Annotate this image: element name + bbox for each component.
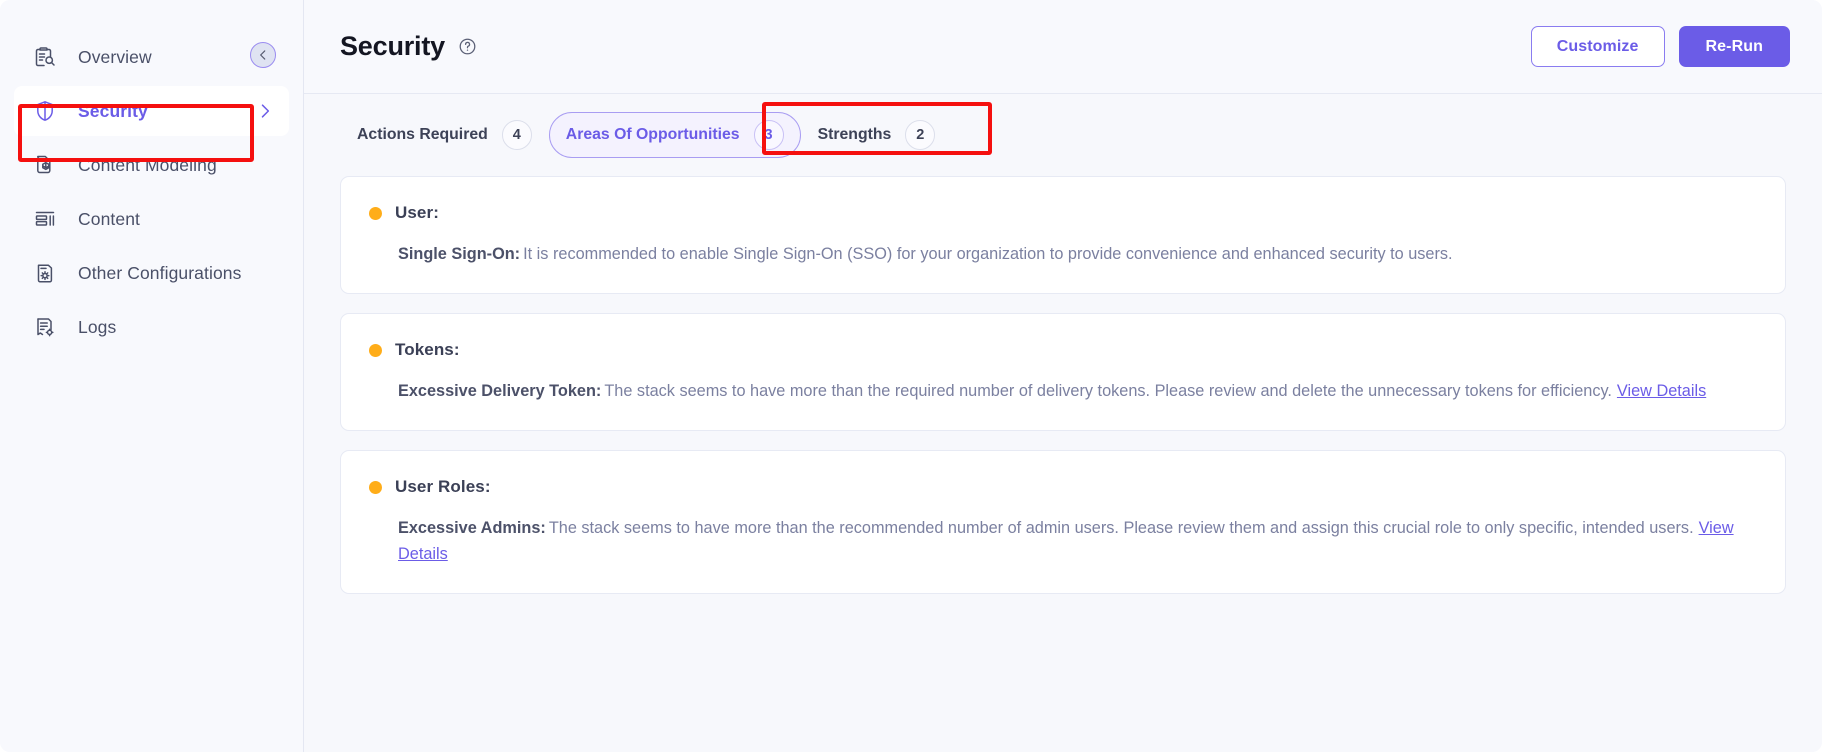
card-text: It is recommended to enable Single Sign-… xyxy=(523,245,1453,263)
card-body: Excessive Delivery Token: The stack seems… xyxy=(369,378,1755,404)
card-header: User Roles: xyxy=(369,477,1755,497)
card-text: The stack seems to have more than the re… xyxy=(604,382,1612,401)
page-title: Security xyxy=(340,31,445,61)
sidebar-item-label: Content Modeling xyxy=(78,154,217,175)
question-circle-icon[interactable] xyxy=(458,37,477,56)
tab-count-badge: 3 xyxy=(753,120,784,150)
tab-areas-of-opportunities[interactable]: Areas Of Opportunities 3 xyxy=(548,112,801,158)
card-lead: Excessive Delivery Token: xyxy=(398,382,602,401)
card-header: Tokens: xyxy=(369,340,1755,360)
sidebar-item-content-modeling[interactable]: Content Modeling xyxy=(14,140,289,190)
recommendation-card-user: User: Single Sign-On: It is recommended t… xyxy=(340,176,1786,295)
shield-icon xyxy=(32,98,58,124)
card-lead: Excessive Admins: xyxy=(398,519,546,538)
sidebar-item-content[interactable]: Content xyxy=(14,194,289,244)
card-lead: Single Sign-On: xyxy=(398,245,521,263)
app-window: Overview Security Content Modeling Conte… xyxy=(0,0,1822,752)
document-gear-icon xyxy=(32,260,58,286)
tab-count-badge: 2 xyxy=(905,120,936,150)
tab-label: Actions Required xyxy=(357,126,488,143)
sidebar-item-label: Other Configurations xyxy=(78,262,242,283)
customize-button[interactable]: Customize xyxy=(1530,26,1665,67)
tab-strengths[interactable]: Strengths 2 xyxy=(801,112,953,158)
list-layout-icon xyxy=(32,206,58,232)
card-body: Single Sign-On: It is recommended to enab… xyxy=(369,241,1755,267)
sidebar-item-label: Content xyxy=(78,208,140,229)
tab-count-badge: 4 xyxy=(501,120,532,150)
sidebar-item-logs[interactable]: Logs xyxy=(14,302,289,352)
card-body: Excessive Admins: The stack seems to have… xyxy=(369,515,1755,567)
sidebar-collapse-button[interactable] xyxy=(250,42,276,68)
chevron-right-icon xyxy=(255,101,275,121)
document-log-icon xyxy=(32,314,58,340)
status-dot-icon xyxy=(369,206,382,220)
chevron-left-icon xyxy=(260,50,266,60)
card-title: User: xyxy=(395,203,439,222)
rerun-button[interactable]: Re-Run xyxy=(1678,26,1790,67)
card-header: User: xyxy=(369,203,1755,223)
sidebar-item-label: Security xyxy=(78,100,148,121)
clipboard-search-icon xyxy=(32,44,58,70)
document-cube-icon xyxy=(32,152,58,178)
sidebar-item-security[interactable]: Security xyxy=(14,86,289,136)
tab-bar: Actions Required 4 Areas Of Opportunitie… xyxy=(304,94,1822,176)
status-dot-icon xyxy=(369,480,382,494)
recommendation-card-tokens: Tokens: Excessive Delivery Token: The sta… xyxy=(340,313,1786,432)
card-title: Tokens: xyxy=(395,340,460,360)
sidebar-item-overview[interactable]: Overview xyxy=(14,32,289,82)
sidebar-item-label: Overview xyxy=(78,46,152,67)
sidebar-item-other-configurations[interactable]: Other Configurations xyxy=(14,248,289,298)
sidebar-nav-list: Overview Security Content Modeling Conte… xyxy=(0,32,303,352)
tab-label: Strengths xyxy=(817,126,892,143)
card-text: The stack seems to have more than the re… xyxy=(548,519,1694,538)
view-details-link[interactable]: View Details xyxy=(1617,382,1706,400)
header-actions: Customize Re-Run xyxy=(1530,26,1790,67)
recommendation-card-user-roles: User Roles: Excessive Admins: The stack s… xyxy=(340,450,1786,595)
recommendations-list: User: Single Sign-On: It is recommended t… xyxy=(304,176,1822,752)
tab-actions-required[interactable]: Actions Required 4 xyxy=(340,112,549,158)
tab-label: Areas Of Opportunities xyxy=(565,126,740,143)
main-panel: Security Customize Re-Run Actions Requir… xyxy=(304,0,1822,752)
card-title: User Roles: xyxy=(395,477,491,497)
sidebar-item-label: Logs xyxy=(78,316,117,337)
sidebar: Overview Security Content Modeling Conte… xyxy=(0,0,304,752)
status-dot-icon xyxy=(369,343,382,357)
page-header: Security Customize Re-Run xyxy=(304,0,1822,94)
